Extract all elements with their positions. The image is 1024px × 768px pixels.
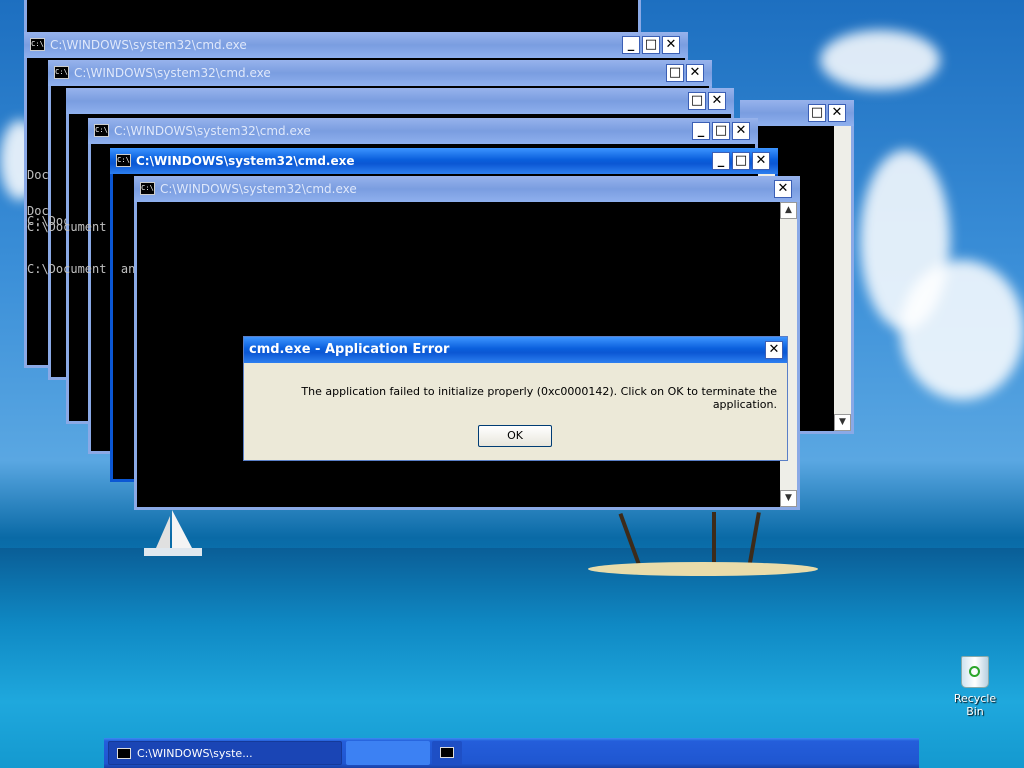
cmd-icon: C:\ <box>94 124 109 137</box>
scroll-down-button[interactable]: ▼ <box>834 414 851 431</box>
maximize-button[interactable]: □ <box>688 92 706 110</box>
window-title <box>66 88 734 114</box>
close-button[interactable]: ✕ <box>774 180 792 198</box>
taskbar-button-cmd[interactable]: C:\WINDOWS\syste... <box>108 741 342 765</box>
window-title: C:\WINDOWS\system32\cmd.exe <box>24 32 688 58</box>
minimize-button[interactable]: _ <box>622 36 640 54</box>
cmd-icon: C:\ <box>54 66 69 79</box>
maximize-button[interactable]: □ <box>642 36 660 54</box>
recycle-bin-icon <box>961 656 989 688</box>
cmd-icon <box>440 747 454 758</box>
recycle-bin[interactable]: Recycle Bin <box>944 656 1006 718</box>
taskbar-button-empty[interactable] <box>346 741 430 765</box>
ok-button[interactable]: OK <box>478 425 552 447</box>
palm-tree <box>712 512 716 568</box>
cloud <box>900 260 1024 400</box>
window-title: C:\WINDOWS\system32\cmd.exe <box>110 148 778 174</box>
console-line: C:\Document and <box>27 262 143 276</box>
scroll-up-button[interactable]: ▲ <box>780 202 797 219</box>
maximize-button[interactable]: □ <box>732 152 750 170</box>
close-button[interactable]: ✕ <box>686 64 704 82</box>
close-button[interactable]: ✕ <box>752 152 770 170</box>
scroll-down-button[interactable]: ▼ <box>780 490 797 507</box>
close-button[interactable]: ✕ <box>828 104 846 122</box>
dialog-title: cmd.exe - Application Error <box>244 337 787 363</box>
window-title: C:\WINDOWS\system32\cmd.exe <box>134 176 800 202</box>
taskbar-button-cmd-small[interactable] <box>432 741 462 765</box>
maximize-button[interactable]: □ <box>808 104 826 122</box>
maximize-button[interactable]: □ <box>666 64 684 82</box>
taskbar-button-label: C:\WINDOWS\syste... <box>137 747 253 760</box>
close-button[interactable]: ✕ <box>662 36 680 54</box>
recycle-bin-label: Recycle Bin <box>953 692 997 718</box>
cmd-icon: C:\ <box>116 154 131 167</box>
taskbar: C:\WINDOWS\syste... <box>104 738 919 768</box>
scrollbar[interactable]: ▼ <box>834 126 851 431</box>
window-title: C:\WINDOWS\system32\cmd.exe <box>88 118 758 144</box>
minimize-button[interactable]: _ <box>712 152 730 170</box>
close-button[interactable]: ✕ <box>732 122 750 140</box>
dialog-close-button[interactable]: ✕ <box>765 341 783 359</box>
sailboat <box>142 510 204 564</box>
cloud <box>820 30 940 90</box>
error-message: The application failed to initialize pro… <box>301 385 777 411</box>
sea <box>0 548 1024 768</box>
window-title: C:\WINDOWS\system32\cmd.exe <box>48 60 712 86</box>
minimize-button[interactable]: _ <box>692 122 710 140</box>
close-button[interactable]: ✕ <box>708 92 726 110</box>
maximize-button[interactable]: □ <box>712 122 730 140</box>
cmd-icon: C:\ <box>140 182 155 195</box>
island <box>588 562 818 576</box>
application-error-dialog[interactable]: cmd.exe - Application Error ✕ The applic… <box>243 336 788 461</box>
cmd-icon <box>117 748 131 759</box>
cmd-icon: C:\ <box>30 38 45 51</box>
